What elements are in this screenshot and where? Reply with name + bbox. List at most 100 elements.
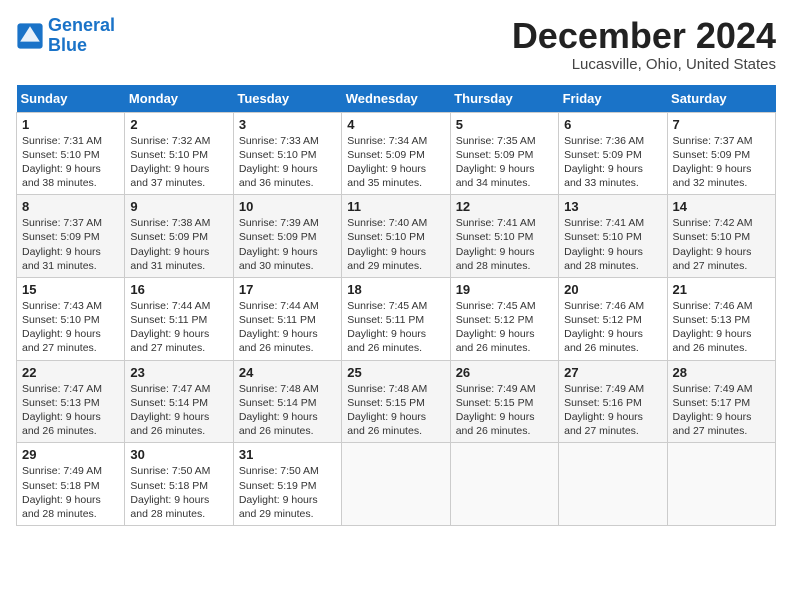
day-detail: Sunrise: 7:47 AM Sunset: 5:13 PM Dayligh… (22, 382, 119, 439)
day-detail: Sunrise: 7:34 AM Sunset: 5:09 PM Dayligh… (347, 134, 444, 191)
logo-line2: Blue (48, 35, 87, 55)
calendar-cell: 6Sunrise: 7:36 AM Sunset: 5:09 PM Daylig… (559, 112, 667, 195)
calendar-cell: 18Sunrise: 7:45 AM Sunset: 5:11 PM Dayli… (342, 277, 450, 360)
day-number: 3 (239, 117, 336, 132)
calendar-cell: 28Sunrise: 7:49 AM Sunset: 5:17 PM Dayli… (667, 360, 775, 443)
weekday-header-wednesday: Wednesday (342, 85, 450, 113)
calendar-cell (342, 443, 450, 526)
day-number: 23 (130, 365, 227, 380)
weekday-header-saturday: Saturday (667, 85, 775, 113)
day-number: 5 (456, 117, 553, 132)
day-detail: Sunrise: 7:35 AM Sunset: 5:09 PM Dayligh… (456, 134, 553, 191)
calendar-week-row: 15Sunrise: 7:43 AM Sunset: 5:10 PM Dayli… (17, 277, 776, 360)
logo-text: General Blue (48, 16, 115, 56)
day-detail: Sunrise: 7:36 AM Sunset: 5:09 PM Dayligh… (564, 134, 661, 191)
weekday-header-monday: Monday (125, 85, 233, 113)
day-detail: Sunrise: 7:48 AM Sunset: 5:14 PM Dayligh… (239, 382, 336, 439)
day-detail: Sunrise: 7:41 AM Sunset: 5:10 PM Dayligh… (564, 216, 661, 273)
calendar-cell: 13 Sunrise: 7:41 AM Sunset: 5:10 PM Dayli… (559, 195, 667, 278)
calendar-cell: 21 Sunrise: 7:46 AM Sunset: 5:13 PM Dayli… (667, 277, 775, 360)
day-number: 25 (347, 365, 444, 380)
day-detail: Sunrise: 7:38 AM Sunset: 5:09 PM Dayligh… (130, 216, 227, 273)
title-block: December 2024 Lucasville, Ohio, United S… (512, 16, 776, 73)
day-detail: Sunrise: 7:46 AM Sunset: 5:12 PM Dayligh… (564, 299, 661, 356)
day-detail: Sunrise: 7:33 AM Sunset: 5:10 PM Dayligh… (239, 134, 336, 191)
location: Lucasville, Ohio, United States (512, 56, 776, 73)
day-detail: Sunrise: 7:39 AM Sunset: 5:09 PM Dayligh… (239, 216, 336, 273)
calendar-cell: 26 Sunrise: 7:49 AM Sunset: 5:15 PM Dayli… (450, 360, 558, 443)
day-number: 1 (22, 117, 119, 132)
day-detail: Sunrise: 7:42 AM Sunset: 5:10 PM Dayligh… (673, 216, 770, 273)
calendar-cell: 27 Sunrise: 7:49 AM Sunset: 5:16 PM Dayli… (559, 360, 667, 443)
day-number: 12 (456, 199, 553, 214)
weekday-header-sunday: Sunday (17, 85, 125, 113)
calendar-cell: 24 Sunrise: 7:48 AM Sunset: 5:14 PM Dayli… (233, 360, 341, 443)
day-number: 22 (22, 365, 119, 380)
weekday-header-tuesday: Tuesday (233, 85, 341, 113)
calendar-cell: 29Sunrise: 7:49 AM Sunset: 5:18 PM Dayli… (17, 443, 125, 526)
day-number: 9 (130, 199, 227, 214)
calendar-week-row: 1 Sunrise: 7:31 AM Sunset: 5:10 PM Daylig… (17, 112, 776, 195)
day-detail: Sunrise: 7:46 AM Sunset: 5:13 PM Dayligh… (673, 299, 770, 356)
calendar-cell: 8 Sunrise: 7:37 AM Sunset: 5:09 PM Daylig… (17, 195, 125, 278)
day-number: 31 (239, 447, 336, 462)
day-number: 20 (564, 282, 661, 297)
logo-line1: General (48, 15, 115, 35)
day-number: 19 (456, 282, 553, 297)
calendar-cell (450, 443, 558, 526)
day-detail: Sunrise: 7:49 AM Sunset: 5:17 PM Dayligh… (673, 382, 770, 439)
day-number: 13 (564, 199, 661, 214)
day-detail: Sunrise: 7:49 AM Sunset: 5:18 PM Dayligh… (22, 464, 119, 521)
day-detail: Sunrise: 7:49 AM Sunset: 5:15 PM Dayligh… (456, 382, 553, 439)
calendar-table: SundayMondayTuesdayWednesdayThursdayFrid… (16, 85, 776, 526)
day-number: 18 (347, 282, 444, 297)
calendar-cell: 30Sunrise: 7:50 AM Sunset: 5:18 PM Dayli… (125, 443, 233, 526)
calendar-week-row: 29Sunrise: 7:49 AM Sunset: 5:18 PM Dayli… (17, 443, 776, 526)
day-number: 17 (239, 282, 336, 297)
calendar-cell: 20 Sunrise: 7:46 AM Sunset: 5:12 PM Dayli… (559, 277, 667, 360)
calendar-cell: 19Sunrise: 7:45 AM Sunset: 5:12 PM Dayli… (450, 277, 558, 360)
day-detail: Sunrise: 7:37 AM Sunset: 5:09 PM Dayligh… (22, 216, 119, 273)
calendar-cell: 15Sunrise: 7:43 AM Sunset: 5:10 PM Dayli… (17, 277, 125, 360)
calendar-cell: 14 Sunrise: 7:42 AM Sunset: 5:10 PM Dayli… (667, 195, 775, 278)
calendar-cell: 31 Sunrise: 7:50 AM Sunset: 5:19 PM Dayli… (233, 443, 341, 526)
weekday-header-row: SundayMondayTuesdayWednesdayThursdayFrid… (17, 85, 776, 113)
day-detail: Sunrise: 7:44 AM Sunset: 5:11 PM Dayligh… (239, 299, 336, 356)
calendar-cell: 7 Sunrise: 7:37 AM Sunset: 5:09 PM Daylig… (667, 112, 775, 195)
day-detail: Sunrise: 7:49 AM Sunset: 5:16 PM Dayligh… (564, 382, 661, 439)
weekday-header-friday: Friday (559, 85, 667, 113)
day-number: 27 (564, 365, 661, 380)
day-number: 24 (239, 365, 336, 380)
day-detail: Sunrise: 7:31 AM Sunset: 5:10 PM Dayligh… (22, 134, 119, 191)
day-detail: Sunrise: 7:40 AM Sunset: 5:10 PM Dayligh… (347, 216, 444, 273)
day-number: 14 (673, 199, 770, 214)
day-number: 10 (239, 199, 336, 214)
calendar-cell: 16 Sunrise: 7:44 AM Sunset: 5:11 PM Dayli… (125, 277, 233, 360)
calendar-cell: 22 Sunrise: 7:47 AM Sunset: 5:13 PM Dayli… (17, 360, 125, 443)
day-detail: Sunrise: 7:37 AM Sunset: 5:09 PM Dayligh… (673, 134, 770, 191)
month-title: December 2024 (512, 16, 776, 56)
calendar-week-row: 22 Sunrise: 7:47 AM Sunset: 5:13 PM Dayli… (17, 360, 776, 443)
calendar-cell: 25 Sunrise: 7:48 AM Sunset: 5:15 PM Dayli… (342, 360, 450, 443)
day-number: 7 (673, 117, 770, 132)
calendar-cell: 4 Sunrise: 7:34 AM Sunset: 5:09 PM Daylig… (342, 112, 450, 195)
day-detail: Sunrise: 7:48 AM Sunset: 5:15 PM Dayligh… (347, 382, 444, 439)
weekday-header-thursday: Thursday (450, 85, 558, 113)
logo-icon (16, 22, 44, 50)
day-number: 26 (456, 365, 553, 380)
calendar-header: SundayMondayTuesdayWednesdayThursdayFrid… (17, 85, 776, 113)
day-number: 16 (130, 282, 227, 297)
day-number: 15 (22, 282, 119, 297)
day-number: 2 (130, 117, 227, 132)
page-header: General Blue December 2024 Lucasville, O… (16, 16, 776, 73)
calendar-cell: 9 Sunrise: 7:38 AM Sunset: 5:09 PM Daylig… (125, 195, 233, 278)
day-number: 4 (347, 117, 444, 132)
day-number: 8 (22, 199, 119, 214)
calendar-body: 1 Sunrise: 7:31 AM Sunset: 5:10 PM Daylig… (17, 112, 776, 525)
logo: General Blue (16, 16, 115, 56)
day-number: 21 (673, 282, 770, 297)
calendar-week-row: 8 Sunrise: 7:37 AM Sunset: 5:09 PM Daylig… (17, 195, 776, 278)
day-detail: Sunrise: 7:44 AM Sunset: 5:11 PM Dayligh… (130, 299, 227, 356)
day-detail: Sunrise: 7:50 AM Sunset: 5:19 PM Dayligh… (239, 464, 336, 521)
day-detail: Sunrise: 7:41 AM Sunset: 5:10 PM Dayligh… (456, 216, 553, 273)
